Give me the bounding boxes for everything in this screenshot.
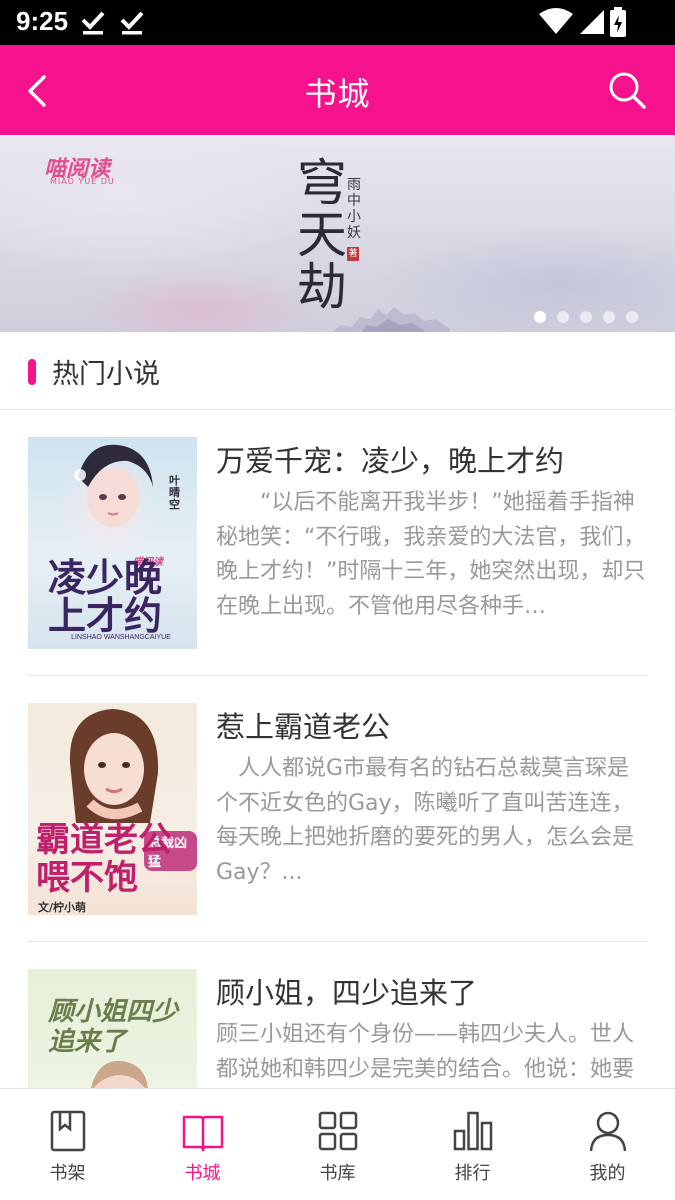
banner-brand-sub: MIAO YUE DU xyxy=(50,177,115,186)
tab-label: 书架 xyxy=(49,1163,86,1184)
status-bar: 9:25 xyxy=(0,0,675,45)
section-header: 热门小说 xyxy=(0,332,675,410)
carousel-dot[interactable] xyxy=(534,311,546,323)
carousel-indicator xyxy=(534,311,638,325)
cover-title: 霸道老公喂不饱 xyxy=(36,820,172,898)
promo-banner[interactable]: 喵阅读 MIAO YUE DU 穹天劫 雨中小妖 著 xyxy=(0,135,675,332)
tab-bookshelf[interactable]: 书架 xyxy=(0,1089,135,1200)
banner-author: 雨中小妖 xyxy=(347,177,361,241)
bookshelf-icon xyxy=(50,1110,85,1152)
carousel-dot[interactable] xyxy=(603,311,615,323)
battery-charging-icon xyxy=(610,7,626,37)
download-done-icon xyxy=(120,11,144,35)
tab-label: 书库 xyxy=(319,1163,356,1184)
carousel-dot[interactable] xyxy=(626,311,638,323)
tab-label: 我的 xyxy=(589,1163,626,1184)
search-icon[interactable] xyxy=(606,69,648,111)
book-title[interactable]: 惹上霸道老公 xyxy=(216,704,390,746)
download-done-icon xyxy=(81,11,105,35)
castle-illustration xyxy=(333,307,450,332)
tab-library[interactable]: 书库 xyxy=(270,1089,405,1200)
book-item[interactable]: 总裁凶猛 霸道老公喂不饱 文/柠小萌 惹上霸道老公 人人都说G市最有名的钻石总裁… xyxy=(28,676,647,942)
section-title: 热门小说 xyxy=(52,359,160,390)
tab-label: 书城 xyxy=(184,1163,221,1184)
bottom-tab-bar: 书架 书城 书库 排行 我的 xyxy=(0,1088,675,1200)
tab-ranking[interactable]: 排行 xyxy=(405,1089,540,1200)
grid-icon xyxy=(318,1111,357,1151)
book-description: “以后不能离开我半步！”她摇着手指神秘地笑：“不行哦，我亲爱的大法官，我们，晚上… xyxy=(216,490,646,619)
banner-book-title: 穹天劫 xyxy=(297,154,347,316)
cover-subtitle: LINSHAO WANSHANGCAIYUE xyxy=(71,634,171,641)
book-title[interactable]: 万爱千宠：凌少，晚上才约 xyxy=(216,438,564,480)
tab-label: 排行 xyxy=(454,1163,491,1184)
app-header: 书城 xyxy=(0,45,675,135)
tab-profile[interactable]: 我的 xyxy=(540,1089,675,1200)
cover-author: 叶晴空 xyxy=(169,474,180,511)
book-cover[interactable]: 叶晴空 喵阅读 凌少晚上才约 LINSHAO WANSHANGCAIYUE xyxy=(28,437,197,649)
book-description: 人人都说G市最有名的钻石总裁莫言琛是个不近女色的Gay，陈曦听了直叫苦连连，每天… xyxy=(216,756,635,885)
carousel-dot[interactable] xyxy=(557,311,569,323)
wifi-icon xyxy=(539,8,573,34)
book-title[interactable]: 顾小姐，四少追来了 xyxy=(216,970,477,1012)
cover-figure xyxy=(69,709,159,823)
status-time: 9:25 xyxy=(16,6,69,36)
person-icon xyxy=(589,1111,626,1152)
signal-icon xyxy=(580,10,604,34)
section-accent-bar xyxy=(28,359,36,385)
cover-title: 凌少晚上才约 xyxy=(48,555,163,638)
book-cover[interactable]: 总裁凶猛 霸道老公喂不饱 文/柠小萌 xyxy=(28,703,197,915)
tab-bookstore[interactable]: 书城 xyxy=(135,1089,270,1200)
cover-figure xyxy=(74,444,153,527)
banner-author-seal: 著 xyxy=(347,247,359,261)
cover-title: 顾小姐四少追来了 xyxy=(48,997,179,1057)
book-item[interactable]: 叶晴空 喵阅读 凌少晚上才约 LINSHAO WANSHANGCAIYUE 万爱… xyxy=(28,410,647,676)
page-title: 书城 xyxy=(304,75,371,113)
bar-chart-icon xyxy=(453,1111,492,1151)
cover-author: 文/柠小萌 xyxy=(38,901,87,914)
open-book-icon xyxy=(182,1115,223,1152)
carousel-dot[interactable] xyxy=(580,311,592,323)
